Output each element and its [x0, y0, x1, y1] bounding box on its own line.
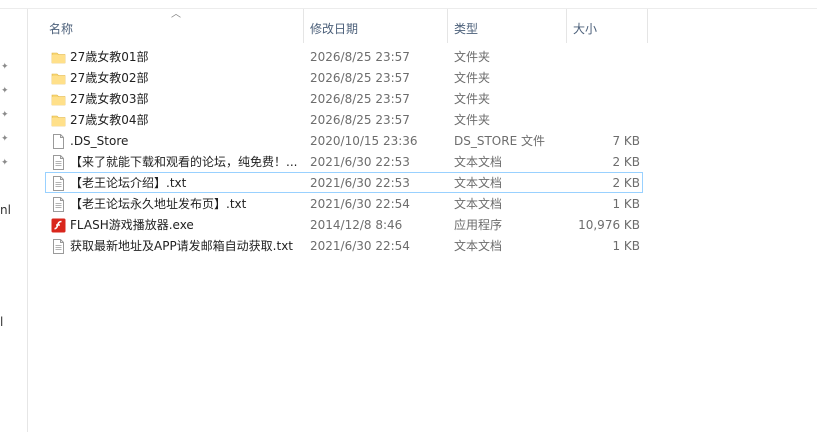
pin-icon: ✦	[1, 86, 9, 96]
column-header-row: ︿ 名称 修改日期 类型 大小	[27, 9, 817, 43]
pin-icon: ✦	[1, 110, 9, 120]
file-name: .DS_Store	[70, 134, 129, 148]
nav-item-fragment[interactable]: l	[0, 315, 3, 329]
file-name: 27歳女教02部	[70, 71, 149, 85]
file-name: 【来了就能下载和观看的论坛，纯免费！...	[70, 155, 298, 169]
folder-icon	[51, 113, 66, 128]
file-size	[566, 47, 640, 66]
file-size	[566, 89, 640, 108]
file-size: 1 KB	[612, 197, 640, 211]
file-row[interactable]: 【老王论坛永久地址发布页】.txt 2021/6/30 22:54 文本文档 1 KB	[45, 193, 643, 214]
file-size: 10,976 KB	[578, 218, 640, 232]
file-name: 【老王论坛介绍】.txt	[70, 176, 187, 190]
folder-icon	[51, 50, 66, 65]
file-type: 应用程序	[454, 218, 503, 232]
file-row[interactable]: 27歳女教03部 2026/8/25 23:57 文件夹	[45, 88, 643, 109]
file-name: 27歳女教01部	[70, 50, 149, 64]
file-size: 1 KB	[612, 239, 640, 253]
file-modified-date: 2026/8/25 23:57	[310, 50, 410, 64]
pin-icon: ✦	[1, 134, 9, 144]
folder-icon	[51, 92, 66, 107]
folder-icon	[51, 71, 66, 86]
file-type: 文件夹	[454, 50, 491, 64]
file-modified-date: 2014/12/8 8:46	[310, 218, 403, 232]
window-top-strip	[0, 0, 817, 9]
file-modified-date: 2021/6/30 22:54	[310, 197, 410, 211]
file-type: 文件夹	[454, 92, 491, 106]
file-size	[566, 68, 640, 87]
text-file-icon	[51, 239, 66, 254]
pin-icon: ✦	[1, 62, 9, 72]
file-type: 文件夹	[454, 71, 491, 85]
flash-app-icon	[51, 218, 66, 233]
column-header-date[interactable]: 修改日期	[304, 9, 448, 43]
file-size: 7 KB	[612, 134, 640, 148]
column-header-type[interactable]: 类型	[448, 9, 567, 43]
file-type: DS_STORE 文件	[454, 134, 545, 148]
file-name: 【老王论坛永久地址发布页】.txt	[70, 197, 247, 211]
file-icon	[51, 134, 66, 149]
file-name: 获取最新地址及APP请发邮箱自动获取.txt	[70, 239, 294, 253]
pin-icon: ✦	[1, 158, 9, 168]
file-row[interactable]: 【老王论坛介绍】.txt 2021/6/30 22:53 文本文档 2 KB	[45, 172, 643, 193]
file-row[interactable]: 【来了就能下载和观看的论坛，纯免费！... 2021/6/30 22:53 文本文档…	[45, 151, 643, 172]
file-modified-date: 2021/6/30 22:53	[310, 176, 410, 190]
file-modified-date: 2026/8/25 23:57	[310, 92, 410, 106]
file-row[interactable]: FLASH游戏播放器.exe 2014/12/8 8:46 应用程序 10,976 K…	[45, 214, 643, 235]
navigation-pane[interactable]: ✦ ✦ ✦ ✦ ✦ nl l	[0, 9, 28, 432]
file-size	[566, 110, 640, 129]
file-name: FLASH游戏播放器.exe	[70, 218, 194, 232]
nav-item-fragment[interactable]: nl	[0, 203, 11, 217]
file-size: 2 KB	[612, 176, 640, 190]
file-modified-date: 2021/6/30 22:54	[310, 239, 410, 253]
column-header-name[interactable]: 名称	[43, 9, 304, 43]
file-modified-date: 2026/8/25 23:57	[310, 113, 410, 127]
file-type: 文本文档	[454, 197, 503, 211]
file-type: 文本文档	[454, 239, 503, 253]
file-row[interactable]: 27歳女教01部 2026/8/25 23:57 文件夹	[45, 46, 643, 67]
file-modified-date: 2026/8/25 23:57	[310, 71, 410, 85]
file-type: 文本文档	[454, 176, 503, 190]
file-modified-date: 2020/10/15 23:36	[310, 134, 418, 148]
file-type: 文本文档	[454, 155, 503, 169]
file-size: 2 KB	[612, 155, 640, 169]
file-name: 27歳女教04部	[70, 113, 149, 127]
file-name: 27歳女教03部	[70, 92, 149, 106]
file-type: 文件夹	[454, 113, 491, 127]
text-file-icon	[51, 176, 66, 191]
file-modified-date: 2021/6/30 22:53	[310, 155, 410, 169]
column-header-size[interactable]: 大小	[567, 9, 648, 43]
file-row[interactable]: 27歳女教02部 2026/8/25 23:57 文件夹	[45, 67, 643, 88]
file-row[interactable]: 27歳女教04部 2026/8/25 23:57 文件夹	[45, 109, 643, 130]
file-row[interactable]: .DS_Store 2020/10/15 23:36 DS_STORE 文件 7 KB	[45, 130, 643, 151]
file-row[interactable]: 获取最新地址及APP请发邮箱自动获取.txt 2021/6/30 22:54 文本文…	[45, 235, 643, 256]
text-file-icon	[51, 197, 66, 212]
text-file-icon	[51, 155, 66, 170]
